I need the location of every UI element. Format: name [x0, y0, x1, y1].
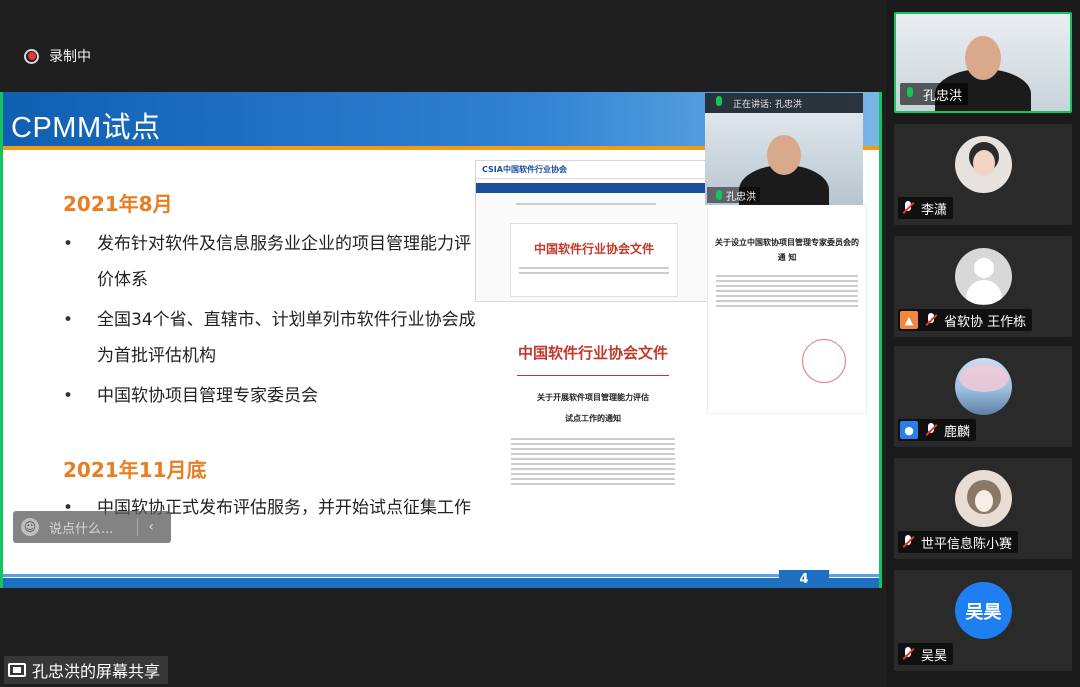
mic-muted-icon	[923, 422, 939, 438]
participant-name: 世平信息陈小赛	[921, 536, 1013, 552]
avatar	[955, 136, 1012, 193]
avatar: 吴昊	[955, 582, 1012, 639]
doc-a-heading: 中国软件行业协会文件	[533, 242, 654, 256]
speaker-name: 孔忠洪	[726, 191, 756, 203]
emoji-icon[interactable]: ☺	[21, 518, 39, 536]
participant-name: 省软协 王作栋	[944, 314, 1027, 330]
record-icon	[24, 48, 39, 64]
page-number: 4	[779, 570, 829, 588]
section-year-2: 2021年11月底	[63, 458, 207, 482]
avatar	[955, 358, 1012, 415]
document-image-notice: 中国软件行业协会文件 关于开展软件项目管理能力评估 试点工作的通知	[503, 332, 683, 572]
slide-title: CPMM试点	[11, 110, 161, 144]
doc-c-subtitle-1: 关于设立中国软协项目管理专家委员会的	[715, 237, 859, 247]
doc-b-heading: 中国软件行业协会文件	[517, 344, 668, 362]
speaker-video[interactable]: 孔忠洪	[705, 113, 863, 205]
participant-tile[interactable]: 世平信息陈小赛	[894, 458, 1072, 559]
collapse-chevron-icon[interactable]: ‹	[148, 519, 154, 535]
participant-tile[interactable]: ▲ 省软协 王作栋	[894, 236, 1072, 337]
mic-muted-icon	[900, 646, 916, 662]
slide-footer	[3, 574, 879, 588]
document-image-website: CSIA中国软件行业协会 中国软件行业协会文件	[475, 160, 710, 302]
document-image-committee: 关于设立中国软协项目管理专家委员会的 通 知	[707, 204, 867, 414]
participant-tile[interactable]: 孔忠洪	[894, 12, 1072, 113]
mic-icon	[711, 95, 727, 111]
doc-b-subtitle-2: 试点工作的通知	[565, 413, 621, 423]
participant-tile[interactable]: 李潇	[894, 124, 1072, 225]
bullet-item: 全国34个省、直辖市、计划单列市软件行业协会成为首批评估机构	[63, 302, 483, 374]
mic-muted-icon	[900, 200, 916, 216]
csia-logo: CSIA中国软件行业协会	[482, 165, 567, 174]
screen-share-icon	[8, 663, 26, 677]
bullet-item: 发布针对软件及信息服务业企业的项目管理能力评价体系	[63, 226, 483, 298]
recording-indicator[interactable]: 录制中	[24, 46, 91, 66]
mic-icon	[711, 189, 723, 201]
mic-muted-icon	[900, 534, 916, 550]
comment-input[interactable]: ☺ 说点什么... ‹	[13, 511, 171, 543]
mic-muted-icon	[923, 312, 939, 328]
speaking-indicator: 正在讲话: 孔忠洪	[705, 93, 863, 113]
meeting-window: 录制中 CPMM试点 2021年8月 发布针对软件及信息服务业企业的项目管理能力…	[0, 0, 1080, 687]
seal-stamp	[802, 339, 846, 383]
avatar	[955, 470, 1012, 527]
bullet-list-1: 发布针对软件及信息服务业企业的项目管理能力评价体系 全国34个省、直辖市、计划单…	[63, 226, 483, 418]
avatar-placeholder	[955, 248, 1012, 305]
comment-placeholder: 说点什么...	[49, 521, 114, 537]
user-badge-icon: ▲	[900, 311, 918, 329]
recording-label: 录制中	[49, 49, 91, 65]
participant-name: 鹿麟	[944, 424, 971, 440]
participants-panel: 孔忠洪 李潇 ▲ 省软协 王作栋 ● 鹿麟 世平信息陈小赛 吴昊 吴昊	[886, 0, 1080, 687]
mic-icon	[902, 86, 918, 102]
participant-name: 吴昊	[921, 648, 948, 664]
bullet-item: 中国软协项目管理专家委员会	[63, 378, 483, 414]
participant-tile[interactable]: 吴昊 吴昊	[894, 570, 1072, 671]
user-badge-icon: ●	[900, 421, 918, 439]
doc-c-subtitle-2: 通 知	[777, 252, 797, 262]
screen-share-label[interactable]: 孔忠洪的屏幕共享	[4, 656, 169, 684]
section-year-1: 2021年8月	[63, 192, 173, 216]
speaking-label: 正在讲话: 孔忠洪	[733, 99, 802, 110]
doc-b-subtitle-1: 关于开展软件项目管理能力评估	[537, 392, 649, 402]
participant-tile[interactable]: ● 鹿麟	[894, 346, 1072, 447]
participant-name: 李潇	[921, 202, 948, 218]
screen-share-text: 孔忠洪的屏幕共享	[32, 662, 161, 681]
participant-name: 孔忠洪	[923, 88, 963, 104]
